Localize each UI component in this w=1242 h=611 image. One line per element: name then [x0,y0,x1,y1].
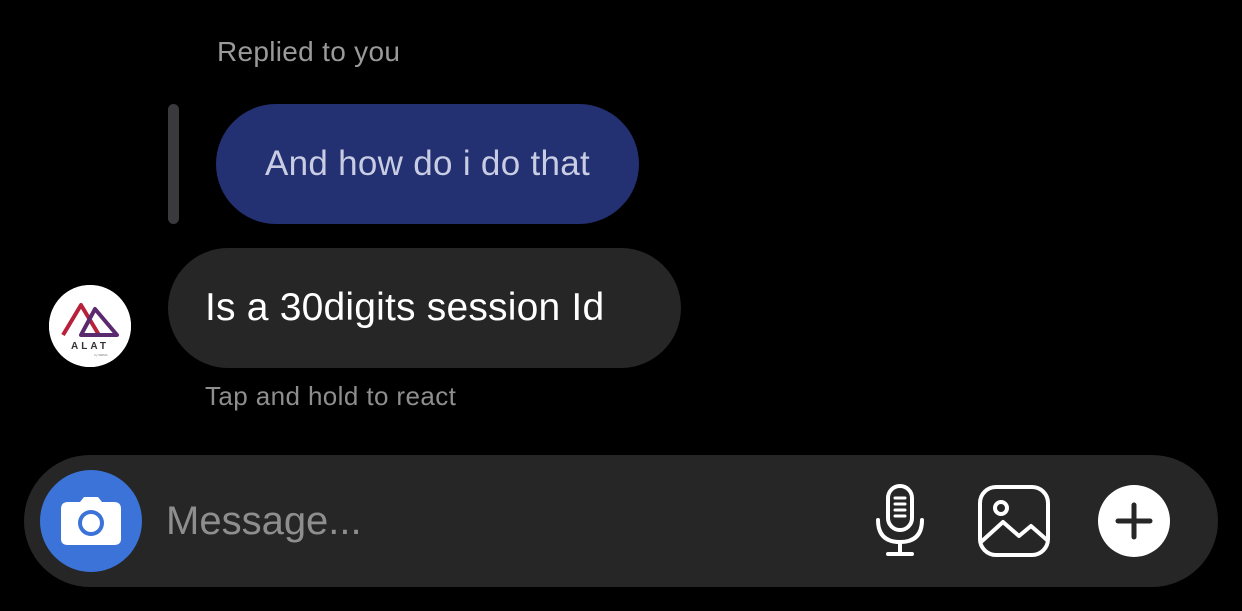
camera-icon [61,497,121,545]
message-composer [24,455,1218,587]
incoming-message-bubble[interactable]: Is a 30digits session Id [168,248,681,368]
react-hint: Tap and hold to react [205,381,457,411]
logo-subtext: by WEMA [94,353,107,357]
logo-text: ALAT [71,341,109,352]
quoted-message-bubble[interactable]: And how do i do that [216,104,639,224]
chat-screen: Replied to you And how do i do that ALAT… [0,0,1242,611]
plus-icon [1098,485,1170,557]
voice-message-button[interactable] [860,481,940,561]
avatar[interactable]: ALAT by WEMA [49,285,131,367]
microphone-icon [876,484,924,556]
message-input[interactable] [166,491,826,551]
camera-button[interactable] [40,470,142,572]
image-icon [978,485,1050,557]
more-options-button[interactable] [1094,481,1174,561]
alat-logo-icon: ALAT by WEMA [49,285,131,367]
gallery-button[interactable] [974,481,1054,561]
replied-label: Replied to you [217,36,401,67]
reply-indicator-bar [168,104,179,224]
quoted-message-text: And how do i do that [264,144,591,183]
incoming-message-text: Is a 30digits session Id [205,286,605,329]
